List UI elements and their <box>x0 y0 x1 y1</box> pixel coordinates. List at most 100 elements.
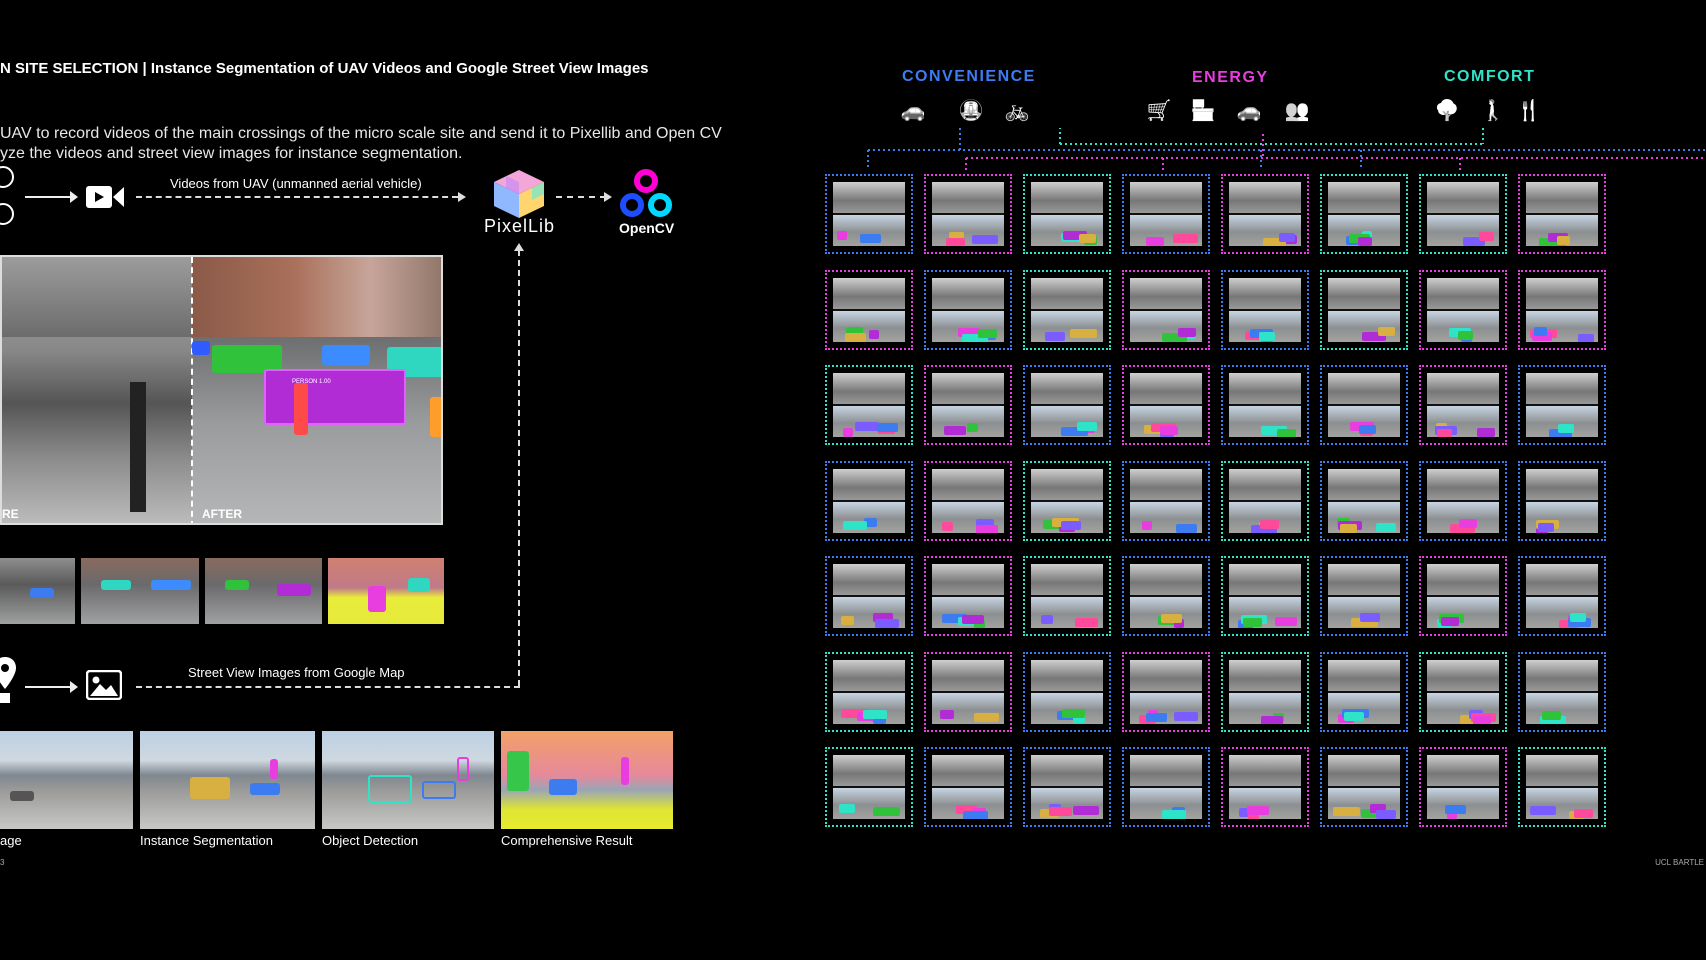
tile-segmented <box>932 597 1004 628</box>
tile-segmented <box>932 215 1004 246</box>
tile-original <box>1526 659 1598 691</box>
tile-segmented <box>1427 692 1499 724</box>
intro-text: UAV to record videos of the main crossin… <box>0 124 722 164</box>
grid-tile <box>1122 460 1210 541</box>
tile-image <box>1130 277 1202 342</box>
seg-car-a <box>250 783 280 795</box>
tile-segmented <box>1031 406 1103 437</box>
tile-image <box>1526 373 1598 437</box>
drone-icon-2 <box>0 203 14 225</box>
tile-seg-mask <box>1473 715 1491 724</box>
tile-image <box>932 468 1004 533</box>
tile-seg-mask <box>1376 522 1396 532</box>
tile-original <box>1031 468 1103 500</box>
tile-seg-mask <box>1146 237 1164 246</box>
caption-comprehensive: Comprehensive Result <box>501 833 633 848</box>
page-title: N SITE SELECTION | Instance Segmentation… <box>0 60 649 77</box>
tile-seg-mask <box>1079 234 1096 243</box>
tile-original <box>1328 277 1400 309</box>
street-arrowhead <box>70 681 78 693</box>
tile-segmented <box>1526 406 1598 437</box>
tile-image <box>1031 659 1103 724</box>
tile-original <box>932 373 1004 404</box>
tile-seg-mask <box>837 231 847 240</box>
grid-tile <box>1023 460 1111 541</box>
tile-seg-mask <box>845 332 866 342</box>
grid-tile <box>924 651 1012 732</box>
tile-seg-mask <box>841 616 854 625</box>
det-truck <box>368 775 412 803</box>
grid-tile <box>825 269 913 350</box>
tile-seg-mask <box>1173 234 1198 243</box>
grid-tile <box>825 651 913 732</box>
tile-original <box>1031 564 1103 595</box>
tile-segmented <box>1328 597 1400 628</box>
tile-image <box>1328 277 1400 342</box>
before-label: RE <box>2 507 19 521</box>
grid-tile <box>1221 747 1309 827</box>
pixellib-to-opencv-arrowhead <box>604 192 612 202</box>
tile-original <box>833 659 905 691</box>
pixellib-label: PixelLib <box>484 216 556 236</box>
tile-seg-mask <box>1359 425 1376 434</box>
tile-image <box>1229 182 1301 246</box>
tile-seg-mask <box>1061 520 1081 530</box>
tile-seg-mask <box>1146 712 1167 722</box>
buildings-after <box>192 257 441 337</box>
tile-image <box>1328 373 1400 437</box>
det-light <box>457 757 469 781</box>
opencv-label: OpenCV <box>619 220 675 236</box>
grid-tile <box>1419 269 1507 350</box>
street-object-detect-image <box>322 731 494 829</box>
tile-seg-mask <box>873 807 900 816</box>
tile-seg-mask <box>1378 326 1395 336</box>
tile-segmented <box>1130 215 1202 246</box>
tile-original <box>1526 182 1598 213</box>
tile-image <box>1130 659 1202 724</box>
uav-flow-line <box>136 196 458 198</box>
uav-flow-label: Videos from UAV (unmanned aerial vehicle… <box>170 176 422 191</box>
opencv-logo-icon <box>618 167 674 219</box>
tile-seg-mask <box>1070 328 1097 338</box>
tile-image <box>1328 755 1400 819</box>
seg-bus-blue <box>192 341 210 355</box>
tile-segmented <box>1031 692 1103 724</box>
grid-tile <box>1518 460 1606 541</box>
tile-original <box>932 468 1004 500</box>
tile-seg-mask <box>978 328 997 338</box>
grid-tile <box>1518 365 1606 445</box>
tile-segmented <box>1031 310 1103 342</box>
grid-tile <box>1320 556 1408 636</box>
tile-original <box>1031 182 1103 213</box>
tile-seg-mask <box>1479 232 1494 241</box>
tile-segmented <box>833 788 905 819</box>
tile-image <box>1031 182 1103 246</box>
uav-thumb-4 <box>328 558 444 624</box>
tile-image <box>1130 182 1202 246</box>
tile-segmented <box>1526 501 1598 533</box>
tile-seg-mask <box>1279 233 1295 242</box>
tile-original <box>833 182 905 213</box>
tile-segmented <box>1229 215 1301 246</box>
grid-tile <box>1320 269 1408 350</box>
tile-seg-mask <box>1062 708 1085 718</box>
uav-arrow <box>25 196 73 198</box>
tile-seg-mask <box>1542 710 1561 720</box>
grid-tile <box>1023 269 1111 350</box>
grid-tile <box>1221 556 1309 636</box>
tile-segmented <box>1031 215 1103 246</box>
tile-seg-mask <box>1160 426 1178 435</box>
tile-seg-mask <box>863 709 887 719</box>
grid-tile <box>1122 269 1210 350</box>
tile-original <box>1427 373 1499 404</box>
grid-tile <box>1023 747 1111 827</box>
grid-tile <box>1518 747 1606 827</box>
tile-original <box>1130 755 1202 786</box>
tile-original <box>1526 373 1598 404</box>
street-flow-arrowhead <box>514 243 524 251</box>
tile-seg-mask <box>963 811 988 819</box>
det-car <box>422 781 456 799</box>
tile-image <box>1229 373 1301 437</box>
tile-image <box>1031 277 1103 342</box>
comp-tree <box>507 751 529 791</box>
